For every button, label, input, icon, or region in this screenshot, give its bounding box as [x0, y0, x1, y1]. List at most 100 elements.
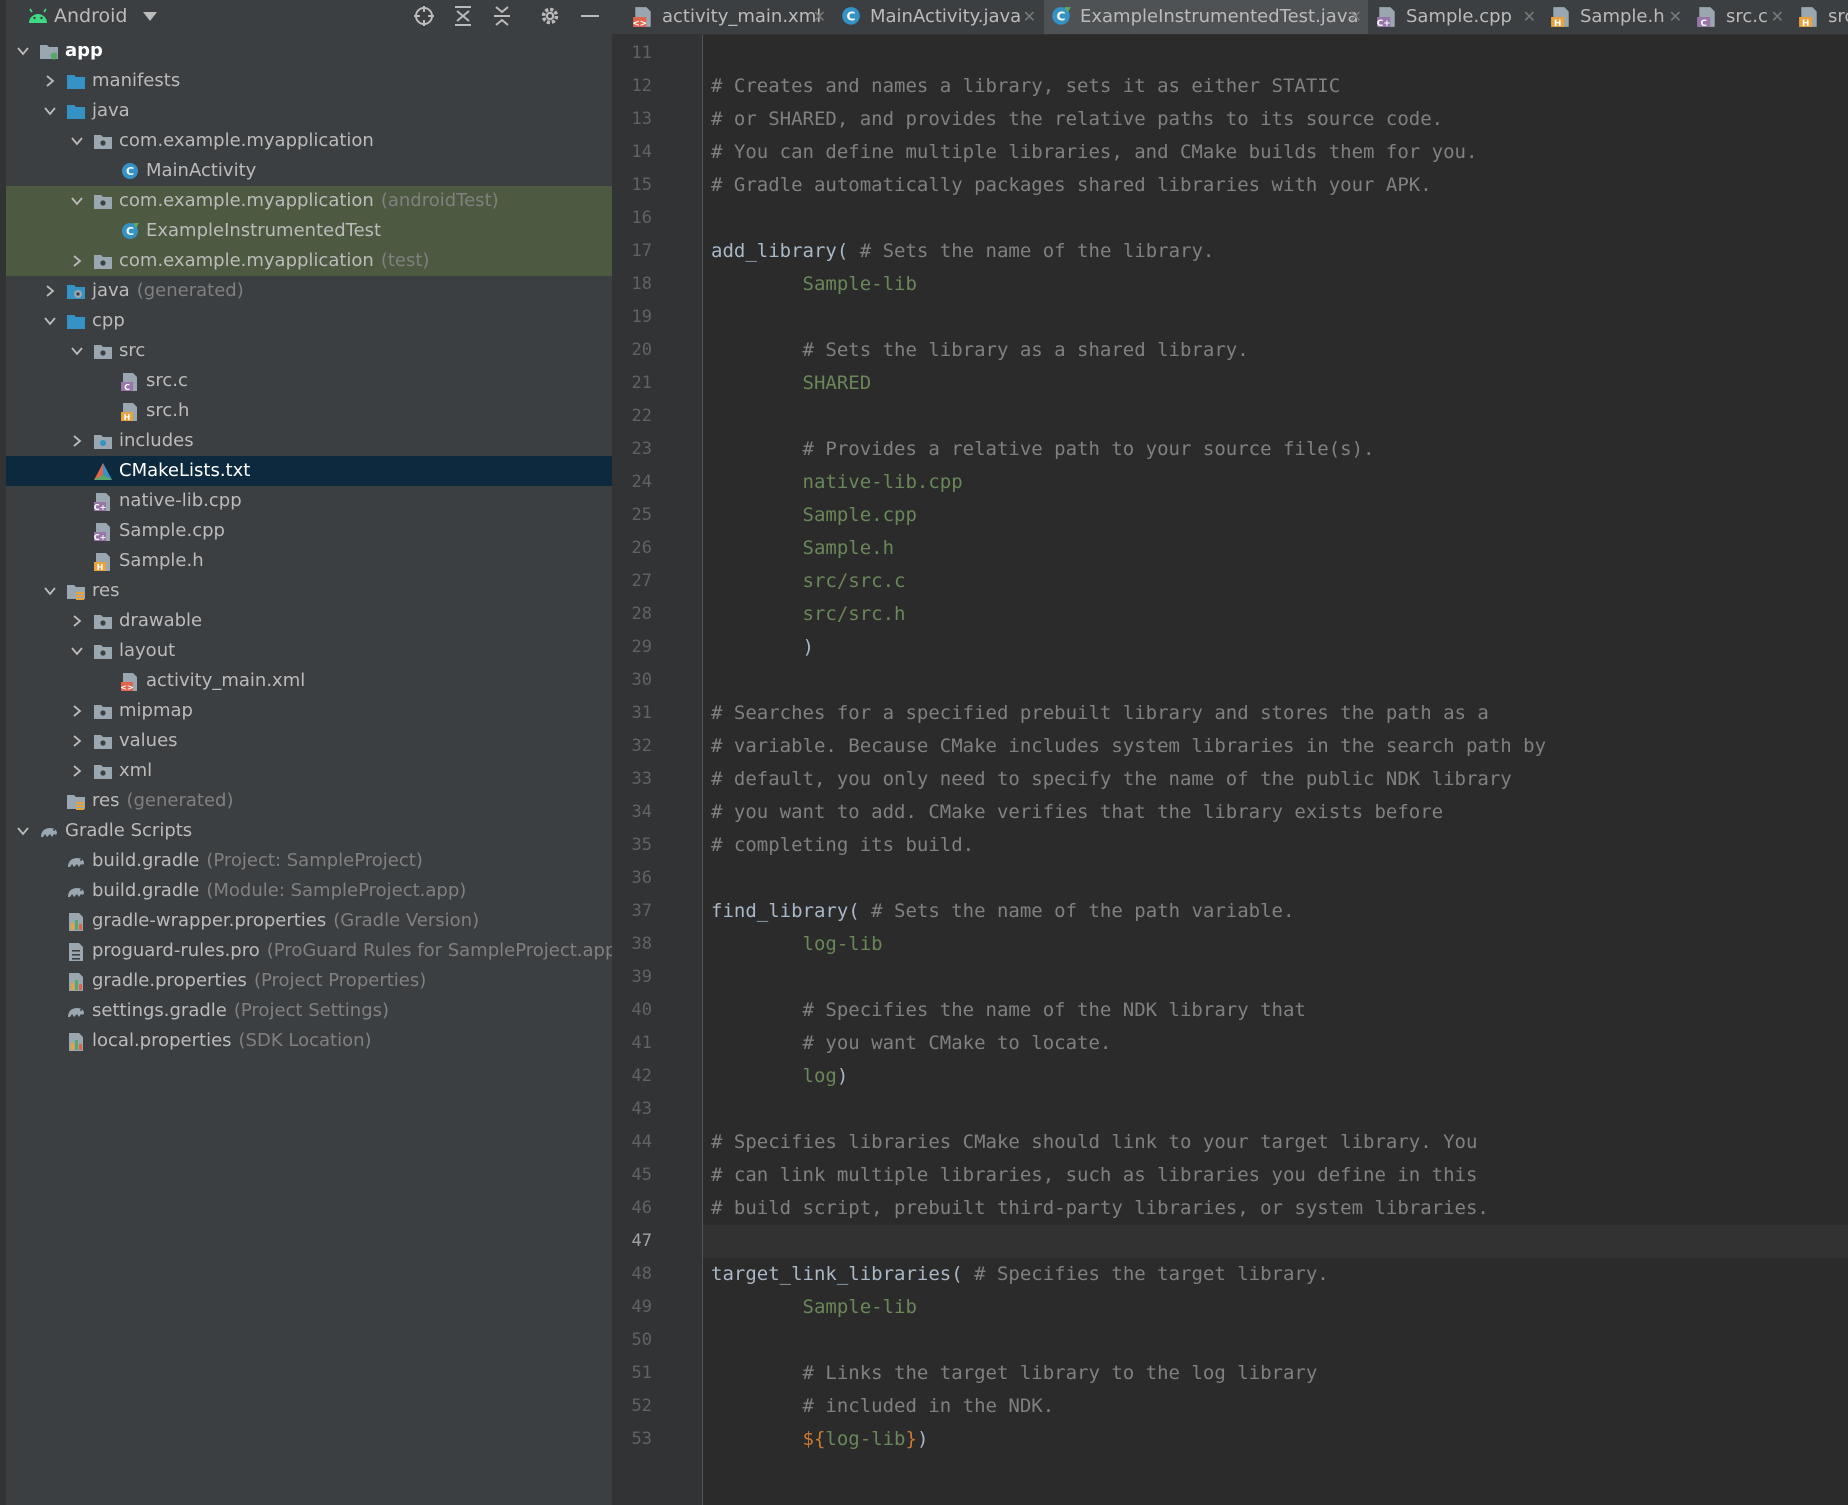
code-line[interactable]: ): [703, 631, 1848, 664]
code-line[interactable]: # included in the NDK.: [703, 1390, 1848, 1423]
tree-item-app[interactable]: app: [6, 36, 612, 66]
code-line[interactable]: # Specifies libraries CMake should link …: [703, 1126, 1848, 1159]
tree-item-activity-main-xml[interactable]: <> activity_main.xml: [6, 666, 612, 696]
editor-tab-mainactivity-java[interactable]: C MainActivity.java ✕: [834, 0, 1042, 34]
code-line[interactable]: src/src.c: [703, 565, 1848, 598]
close-tab-icon[interactable]: ✕: [1523, 0, 1536, 34]
code-editor[interactable]: # Creates and names a library, sets it a…: [703, 35, 1848, 1505]
code-line[interactable]: Sample-lib: [703, 1291, 1848, 1324]
code-line[interactable]: [703, 1324, 1848, 1357]
tree-item-drawable[interactable]: drawable: [6, 606, 612, 636]
editor-tab-sample-h[interactable]: H Sample.h ✕: [1544, 0, 1688, 34]
editor-tab-src-c[interactable]: Csrc.c ✕: [1690, 0, 1790, 34]
tree-item-com-example-myapplication[interactable]: com.example.myapplication: [6, 126, 612, 156]
code-line[interactable]: [703, 664, 1848, 697]
hide-panel-button[interactable]: [576, 2, 604, 30]
chevron-right-icon[interactable]: [70, 434, 84, 448]
chevron-right-icon[interactable]: [70, 764, 84, 778]
chevron-right-icon[interactable]: [43, 74, 57, 88]
chevron-down-icon[interactable]: [70, 344, 84, 358]
tree-item-src-h[interactable]: Hsrc.h: [6, 396, 612, 426]
chevron-right-icon[interactable]: [70, 734, 84, 748]
tree-item-gradle-wrapper-properties[interactable]: gradle-wrapper.properties (Gradle Version…: [6, 906, 612, 936]
code-line[interactable]: log): [703, 1060, 1848, 1093]
chevron-right-icon[interactable]: [70, 254, 84, 268]
code-line[interactable]: # completing its build.: [703, 829, 1848, 862]
chevron-down-icon[interactable]: [142, 9, 158, 23]
project-tree[interactable]: app manifests java com.example.myapplicatio…: [6, 36, 612, 1056]
tree-item-proguard-rules-pro[interactable]: proguard-rules.pro (ProGuard Rules for Sa…: [6, 936, 612, 966]
code-line[interactable]: # or SHARED, and provides the relative p…: [703, 103, 1848, 136]
tree-item-settings-gradle[interactable]: settings.gradle (Project Settings): [6, 996, 612, 1026]
tree-item-src[interactable]: src: [6, 336, 612, 366]
chevron-down-icon[interactable]: [70, 644, 84, 658]
editor-tab-sample-cpp[interactable]: C+ Sample.cpp ✕: [1370, 0, 1542, 34]
close-tab-icon[interactable]: ✕: [1349, 0, 1362, 34]
tree-item-java[interactable]: java: [6, 96, 612, 126]
code-line[interactable]: # Provides a relative path to your sourc…: [703, 433, 1848, 466]
tree-item-res[interactable]: res: [6, 576, 612, 606]
code-line[interactable]: SHARED: [703, 367, 1848, 400]
tree-item-native-lib-cpp[interactable]: C+ native-lib.cpp: [6, 486, 612, 516]
tree-item-cpp[interactable]: cpp: [6, 306, 612, 336]
chevron-down-icon[interactable]: [16, 44, 30, 58]
expand-all-button[interactable]: [449, 2, 477, 30]
tree-item-gradle-properties[interactable]: gradle.properties (Project Properties): [6, 966, 612, 996]
tree-item-values[interactable]: values: [6, 726, 612, 756]
code-line[interactable]: [703, 301, 1848, 334]
code-line[interactable]: # Links the target library to the log li…: [703, 1357, 1848, 1390]
code-line[interactable]: # Creates and names a library, sets it a…: [703, 70, 1848, 103]
code-line[interactable]: # you want to add. CMake verifies that t…: [703, 796, 1848, 829]
tree-item-mainactivity[interactable]: C MainActivity: [6, 156, 612, 186]
code-line[interactable]: # you want CMake to locate.: [703, 1027, 1848, 1060]
code-line[interactable]: add_library( # Sets the name of the libr…: [703, 235, 1848, 268]
collapse-all-button[interactable]: [488, 2, 516, 30]
tree-item-java[interactable]: java (generated): [6, 276, 612, 306]
code-line[interactable]: Sample-lib: [703, 268, 1848, 301]
close-tab-icon[interactable]: ✕: [813, 0, 826, 34]
code-line[interactable]: native-lib.cpp: [703, 466, 1848, 499]
project-view-selector[interactable]: Android: [54, 5, 127, 27]
code-line[interactable]: # build script, prebuilt third-party lib…: [703, 1192, 1848, 1225]
chevron-down-icon[interactable]: [43, 584, 57, 598]
code-line[interactable]: ${log-lib}): [703, 1423, 1848, 1456]
tree-item-gradle-scripts[interactable]: Gradle Scripts: [6, 816, 612, 846]
close-tab-icon[interactable]: ✕: [1023, 0, 1036, 34]
chevron-right-icon[interactable]: [70, 704, 84, 718]
code-line[interactable]: [703, 1093, 1848, 1126]
code-line[interactable]: # Sets the library as a shared library.: [703, 334, 1848, 367]
tree-item-xml[interactable]: xml: [6, 756, 612, 786]
editor-tab-activity-main-xml[interactable]: <> activity_main.xml ✕: [626, 0, 832, 34]
code-line[interactable]: # variable. Because CMake includes syste…: [703, 730, 1848, 763]
chevron-down-icon[interactable]: [16, 824, 30, 838]
tree-item-includes[interactable]: includes: [6, 426, 612, 456]
settings-button[interactable]: [536, 2, 564, 30]
close-tab-icon[interactable]: ✕: [1771, 0, 1784, 34]
code-line[interactable]: find_library( # Sets the name of the pat…: [703, 895, 1848, 928]
tree-item-sample-h[interactable]: H Sample.h: [6, 546, 612, 576]
tree-item-cmakelists-txt[interactable]: CMakeLists.txt: [6, 456, 612, 486]
tree-item-exampleinstrumentedtest[interactable]: C ExampleInstrumentedTest: [6, 216, 612, 246]
code-line[interactable]: [703, 37, 1848, 70]
tree-item-manifests[interactable]: manifests: [6, 66, 612, 96]
code-line[interactable]: # Specifies the name of the NDK library …: [703, 994, 1848, 1027]
editor-tab-src[interactable]: Hsrc: [1792, 0, 1848, 34]
editor-tab-exampleinstrumentedtest-java[interactable]: C ExampleInstrumentedTest.java ✕: [1044, 0, 1368, 34]
chevron-right-icon[interactable]: [70, 614, 84, 628]
tree-item-mipmap[interactable]: mipmap: [6, 696, 612, 726]
tree-item-sample-cpp[interactable]: C+ Sample.cpp: [6, 516, 612, 546]
close-tab-icon[interactable]: ✕: [1669, 0, 1682, 34]
tree-item-com-example-myapplication[interactable]: com.example.myapplication (androidTest): [6, 186, 612, 216]
chevron-right-icon[interactable]: [43, 284, 57, 298]
locate-file-button[interactable]: [410, 2, 438, 30]
chevron-down-icon[interactable]: [70, 194, 84, 208]
tree-item-com-example-myapplication[interactable]: com.example.myapplication (test): [6, 246, 612, 276]
code-line[interactable]: Sample.h: [703, 532, 1848, 565]
code-line[interactable]: [703, 1225, 1848, 1258]
tree-item-layout[interactable]: layout: [6, 636, 612, 666]
code-line[interactable]: target_link_libraries( # Specifies the t…: [703, 1258, 1848, 1291]
tree-item-build-gradle[interactable]: build.gradle (Module: SampleProject.app): [6, 876, 612, 906]
tree-item-src-c[interactable]: Csrc.c: [6, 366, 612, 396]
code-line[interactable]: # Searches for a specified prebuilt libr…: [703, 697, 1848, 730]
chevron-down-icon[interactable]: [43, 104, 57, 118]
